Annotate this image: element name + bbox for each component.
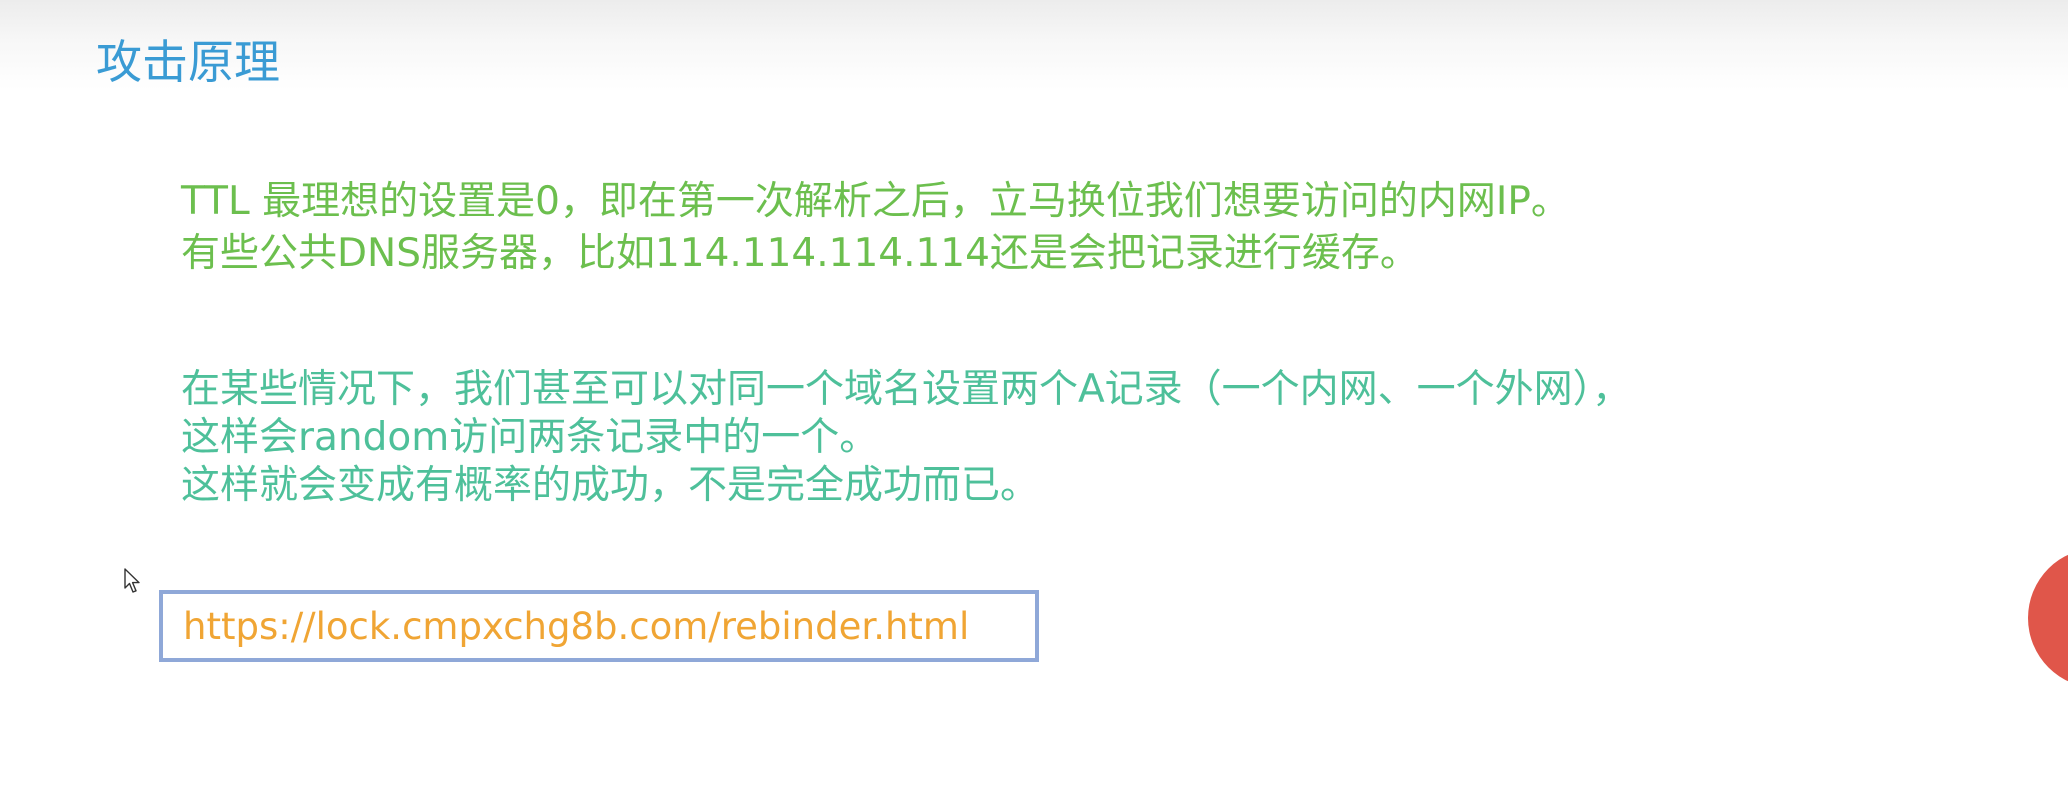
- paragraph-line: 在某些情况下，我们甚至可以对同一个域名设置两个A记录（一个内网、一个外网），: [181, 367, 1632, 412]
- paragraph-line: TTL 最理想的设置是0，即在第一次解析之后，立马换位我们想要访问的内网IP。: [181, 179, 1570, 224]
- paragraph-ttl: TTL 最理想的设置是0，即在第一次解析之后，立马换位我们想要访问的内网IP。 …: [181, 176, 1570, 280]
- paragraph-line: 这样就会变成有概率的成功，不是完全成功而已。: [181, 463, 1040, 508]
- paragraph-line: 有些公共DNS服务器，比如114.114.114.114还是会把记录进行缓存。: [181, 231, 1419, 276]
- paragraph-line: 这样会random访问两条记录中的一个。: [181, 415, 879, 460]
- mouse-pointer-icon: [124, 568, 140, 593]
- paragraph-a-records: 在某些情况下，我们甚至可以对同一个域名设置两个A记录（一个内网、一个外网）， 这…: [181, 366, 1631, 510]
- corner-decoration: [2028, 548, 2068, 688]
- rebinder-link[interactable]: https://lock.cmpxchg8b.com/rebinder.html: [183, 605, 969, 648]
- link-box[interactable]: https://lock.cmpxchg8b.com/rebinder.html: [159, 590, 1039, 662]
- slide-title: 攻击原理: [96, 35, 280, 89]
- slide-header-shade: [0, 0, 2068, 90]
